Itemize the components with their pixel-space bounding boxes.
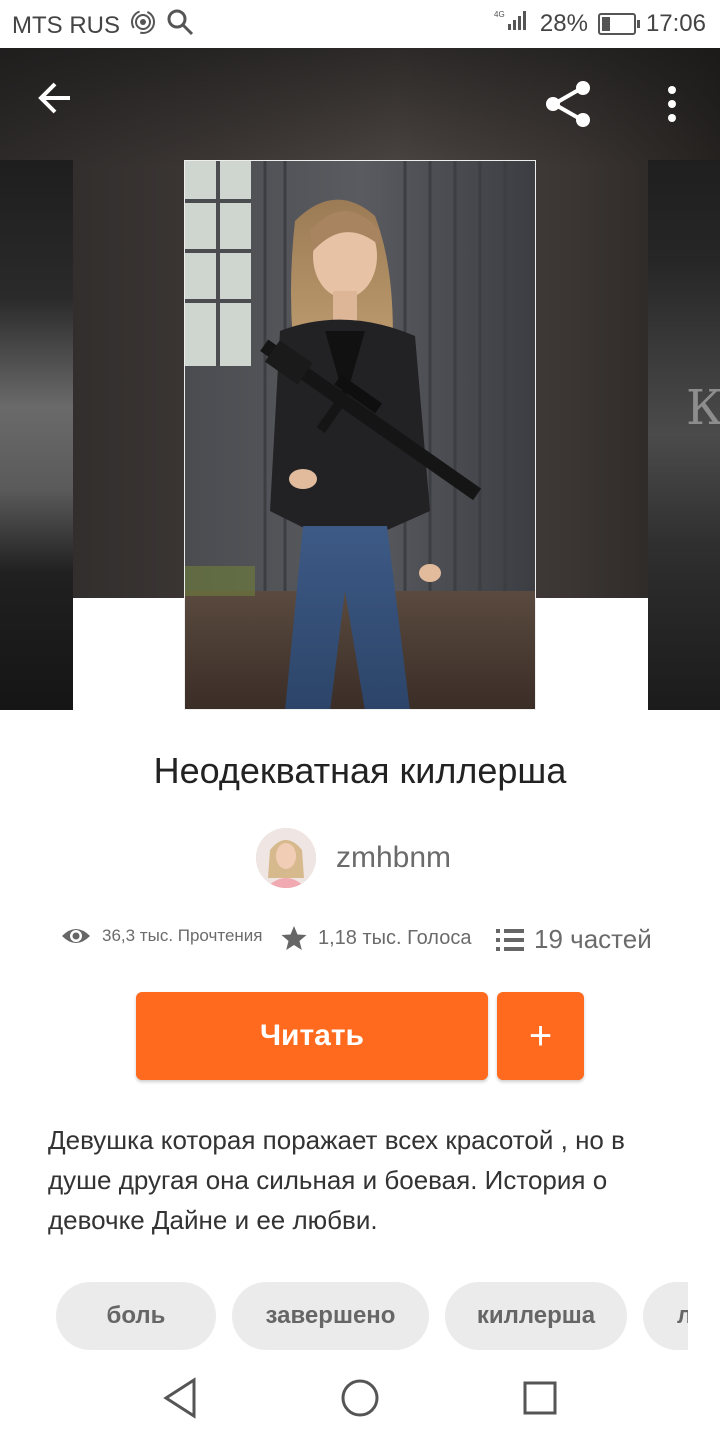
square-recents-icon (523, 1381, 557, 1415)
nav-back-button[interactable] (160, 1376, 200, 1425)
parts-count[interactable]: 19 частей (534, 924, 652, 955)
carrier-label: MTS RUS (12, 11, 120, 39)
battery-percent: 28% (539, 9, 588, 37)
share-button[interactable] (542, 78, 594, 135)
reads-count: 36,3 тыс. Прочтения (102, 926, 263, 945)
battery-level (601, 16, 611, 31)
eye-icon (62, 929, 90, 943)
circle-home-icon (341, 1379, 379, 1417)
nav-home-button[interactable] (340, 1376, 380, 1425)
author-name[interactable]: zmhbnm (336, 841, 451, 875)
back-button[interactable] (36, 78, 76, 123)
signal-icon: 4G (494, 8, 530, 39)
search-icon[interactable] (166, 8, 194, 43)
system-navigation-bar (0, 1360, 720, 1440)
cover-letter: К (686, 380, 720, 436)
hotspot-icon (130, 10, 156, 41)
next-story-cover[interactable]: К (648, 160, 720, 710)
more-options-button[interactable] (662, 84, 682, 129)
reads-stat: 36,3 тыс. Прочтения (60, 924, 263, 948)
votes-count: 1,18 тыс. Голоса (318, 926, 472, 949)
tag-chip[interactable]: л (643, 1282, 688, 1350)
votes-stat: 1,18 тыс. Голоса (280, 924, 471, 952)
battery-icon (597, 12, 640, 35)
author-row[interactable]: zmhbnm (256, 828, 451, 888)
tag-chip[interactable]: боль (56, 1282, 216, 1350)
list-icon (496, 928, 524, 951)
more-vertical-icon (668, 86, 676, 122)
share-icon (546, 81, 590, 127)
parts-stat[interactable]: 19 частей (496, 924, 652, 955)
read-button[interactable]: Читать (136, 992, 488, 1080)
triangle-back-icon (163, 1377, 196, 1419)
previous-story-cover[interactable] (0, 160, 73, 710)
arrow-left-icon (38, 82, 70, 114)
story-cover-image[interactable] (184, 160, 536, 710)
star-icon (281, 926, 307, 950)
add-to-library-button[interactable]: + (497, 992, 584, 1080)
tag-list: боль завершено киллерша л (56, 1282, 688, 1352)
network-type-label: 4G (494, 10, 505, 19)
tag-chip[interactable]: киллерша (445, 1282, 627, 1350)
header-shade (0, 48, 720, 168)
story-title: Неодекватная киллерша (153, 750, 567, 791)
nav-recents-button[interactable] (520, 1376, 560, 1425)
status-bar: MTS RUS 4G 28% 17:06 (0, 0, 720, 48)
tag-chip[interactable]: завершено (232, 1282, 429, 1350)
avatar[interactable] (256, 828, 316, 888)
story-stats: 36,3 тыс. Прочтения 1,18 тыс. Голоса 19 … (60, 924, 680, 964)
story-description: Девушка которая поражает всех красотой ,… (48, 1125, 625, 1235)
clock: 17:06 (645, 9, 706, 37)
